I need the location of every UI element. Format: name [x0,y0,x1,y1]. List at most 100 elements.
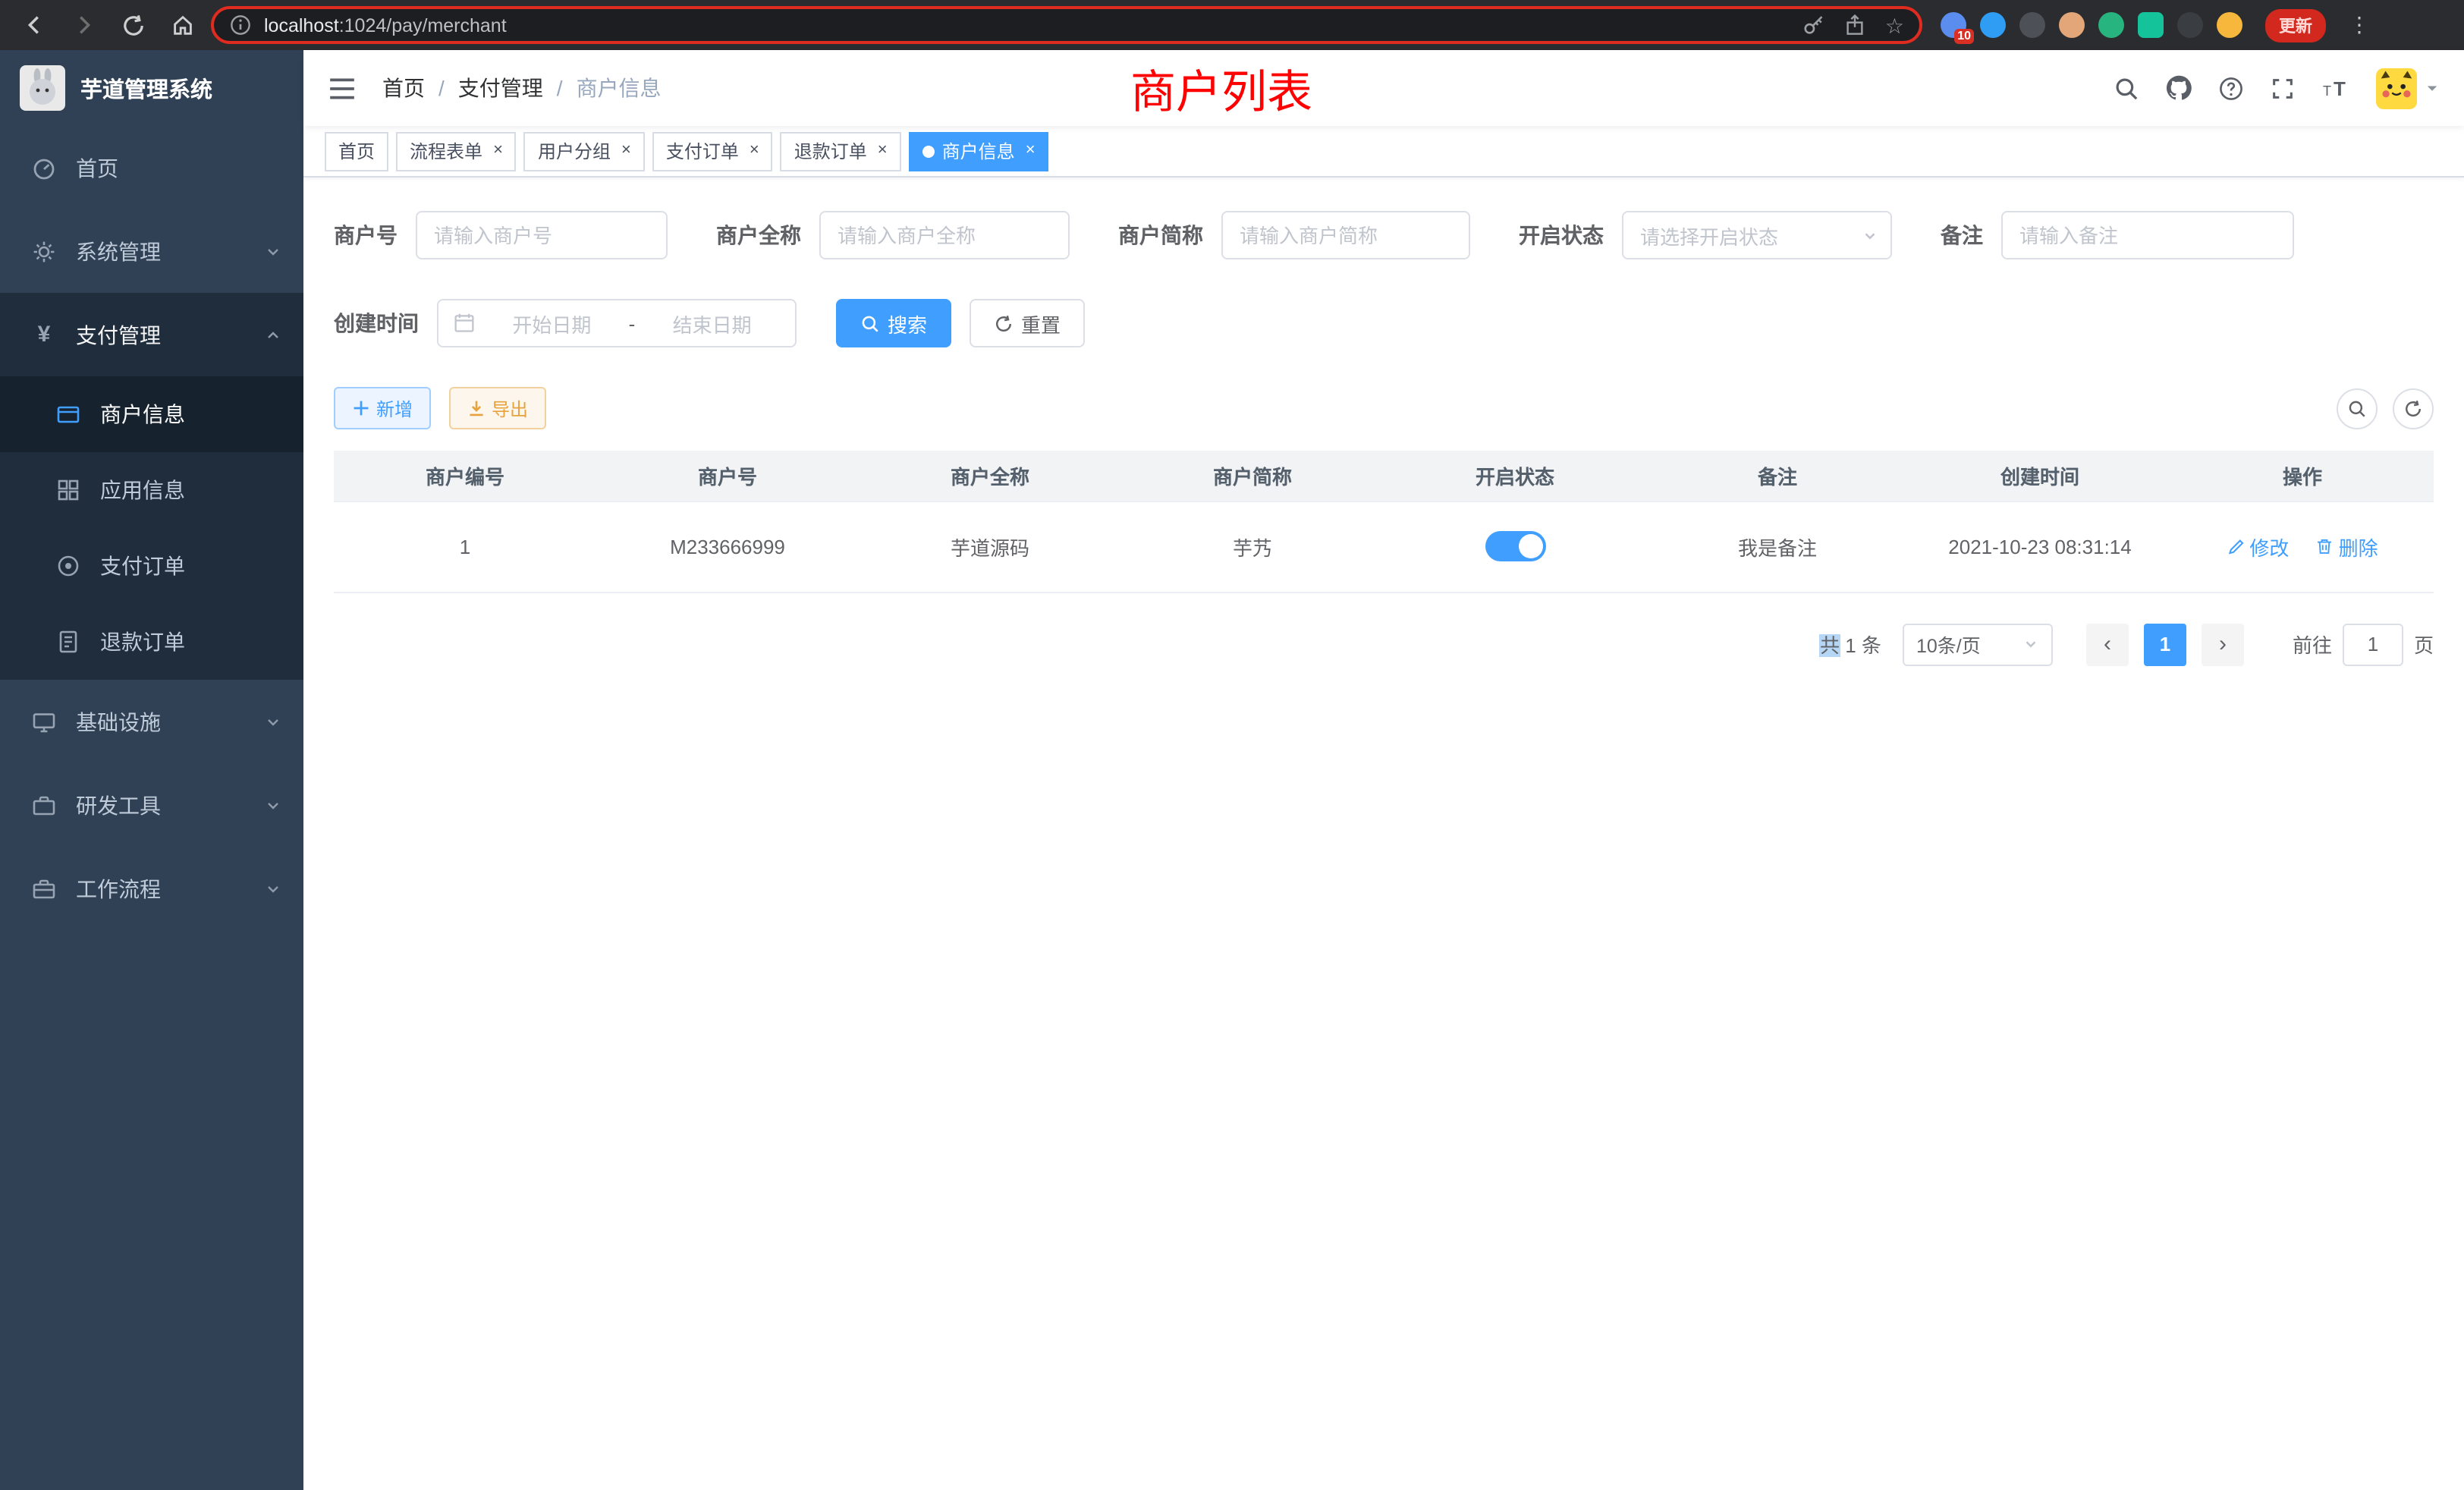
chevron-down-icon [2022,636,2039,652]
bookmark-star-icon[interactable]: ☆ [1885,14,1904,36]
browser-extensions: 10 更新 ⋮ [1941,8,2373,42]
sidebar-item-label: 应用信息 [100,475,185,505]
table-row: 1 M233666999 芋道源码 芋艿 我是备注 2021-10-23 08:… [334,501,2434,592]
status-select[interactable]: 请选择开启状态 [1622,211,1892,259]
merchant-fullname-input[interactable] [819,211,1070,259]
edit-link[interactable]: 修改 [2227,532,2289,561]
column-header: 备注 [1646,451,1909,501]
extension-icon[interactable] [2098,12,2124,38]
sidebar-subitem-app-info[interactable]: 应用信息 [0,452,303,528]
breadcrumb-home[interactable]: 首页 [382,73,425,103]
extension-icon[interactable] [2019,12,2045,38]
sidebar-item-system-management[interactable]: 系统管理 [0,209,303,293]
add-button[interactable]: 新增 [334,387,431,429]
app-title: 芋道管理系统 [80,72,212,104]
tab-label: 支付订单 [666,138,739,164]
sidebar-item-infrastructure[interactable]: 基础设施 [0,680,303,763]
sidebar-item-payment-management[interactable]: ¥ 支付管理 [0,293,303,376]
end-date-placeholder[interactable]: 结束日期 [644,309,780,338]
avatar-image [2376,68,2417,108]
sidebar-item-dev-tools[interactable]: 研发工具 [0,763,303,847]
search-icon[interactable] [2114,75,2139,101]
tab-close-icon[interactable]: × [1026,143,1036,159]
status-toggle[interactable] [1485,531,1545,561]
page-content: 商户号 商户全称 商户简称 开启状态 请选择开启状态 [303,178,2464,1490]
column-header: 商户简称 [1121,451,1384,501]
sidebar-item-label: 系统管理 [76,236,161,266]
user-avatar[interactable] [2376,68,2440,108]
chevron-down-icon [264,879,282,897]
extension-icon[interactable]: 10 [1941,12,1966,38]
refresh-table-button[interactable] [2393,388,2434,429]
calendar-icon [454,313,475,334]
page-size-select[interactable]: 10条/页 [1903,623,2053,665]
prev-page-button[interactable]: ‹ [2086,623,2129,665]
active-dot [922,145,935,157]
goto-page-input[interactable] [2343,623,2403,665]
plus-icon [352,399,370,417]
sidebar-subitem-pay-order[interactable]: 支付订单 [0,528,303,604]
tags-view-bar: 首页 流程表单 × 用户分组 × 支付订单 × [303,126,2464,178]
search-button[interactable]: 搜索 [836,299,951,347]
tab-refund-order[interactable]: 退款订单 × [781,131,901,171]
navbar-actions: TT [2114,68,2440,108]
extension-icon[interactable] [1980,12,2006,38]
chevron-down-icon [1862,227,1878,244]
extension-icon[interactable] [2177,12,2203,38]
merchant-shortname-input[interactable] [1221,211,1470,259]
delete-link[interactable]: 删除 [2316,532,2378,561]
page-1-button[interactable]: 1 [2144,623,2186,665]
remark-input[interactable] [2001,211,2294,259]
caret-down-icon [2425,80,2440,96]
create-time-range-picker[interactable]: 开始日期 - 结束日期 [437,299,797,347]
merchant-no-input[interactable] [416,211,668,259]
tab-close-icon[interactable]: × [493,143,503,159]
column-header: 创建时间 [1909,451,2171,501]
tab-close-icon[interactable]: × [621,143,631,159]
breadcrumb-current: 商户信息 [577,73,662,103]
extension-icon[interactable] [2217,12,2242,38]
start-date-placeholder[interactable]: 开始日期 [484,309,620,338]
refresh-icon [2403,398,2423,418]
chrome-update-button[interactable]: 更新 [2265,8,2326,42]
tab-pay-order[interactable]: 支付订单 × [652,131,773,171]
toggle-search-button[interactable] [2337,388,2378,429]
site-info-icon[interactable] [229,14,252,36]
reset-button[interactable]: 重置 [970,299,1085,347]
sidebar-item-workflow[interactable]: 工作流程 [0,847,303,930]
browser-menu-icon[interactable]: ⋮ [2346,12,2373,38]
back-button[interactable] [21,12,47,38]
hamburger-icon[interactable] [328,75,357,101]
address-bar[interactable]: localhost:1024/pay/merchant ☆ [211,6,1922,44]
tab-home[interactable]: 首页 [325,131,388,171]
next-page-button[interactable]: › [2202,623,2244,665]
status-select-placeholder: 请选择开启状态 [1640,221,1778,250]
sidebar-subitem-merchant-info[interactable]: 商户信息 [0,376,303,452]
tab-user-group[interactable]: 用户分组 × [524,131,645,171]
pagination-goto: 前往 页 [2293,623,2434,665]
reload-button[interactable] [121,13,146,37]
help-icon[interactable] [2218,75,2244,101]
github-icon[interactable] [2165,74,2192,102]
sidebar-item-home[interactable]: 首页 [0,126,303,209]
password-key-icon[interactable] [1803,14,1826,36]
export-button[interactable]: 导出 [449,387,546,429]
fullscreen-icon[interactable] [2270,75,2296,101]
pagination-total: 共 1 条 [1820,630,1881,659]
sidebar-subitem-refund-order[interactable]: 退款订单 [0,604,303,680]
extension-icon[interactable] [2059,12,2085,38]
extension-icon[interactable] [2138,12,2164,38]
tab-close-icon[interactable]: × [750,143,759,159]
tab-process-form[interactable]: 流程表单 × [396,131,517,171]
column-header: 操作 [2171,451,2434,501]
home-button[interactable] [170,12,196,38]
merchant-table: 商户编号 商户号 商户全称 商户简称 开启状态 备注 创建时间 操作 1 [334,451,2434,593]
forward-button[interactable] [71,12,97,38]
tab-close-icon[interactable]: × [878,143,888,159]
app-logo[interactable]: 芋道管理系统 [0,50,303,126]
sidebar-item-label: 研发工具 [76,790,161,820]
payment-submenu: 商户信息 应用信息 支付订单 退款订单 [0,376,303,680]
share-icon[interactable] [1844,14,1867,36]
font-size-icon[interactable]: TT [2321,76,2350,100]
tab-merchant-info[interactable]: 商户信息 × [909,131,1049,171]
